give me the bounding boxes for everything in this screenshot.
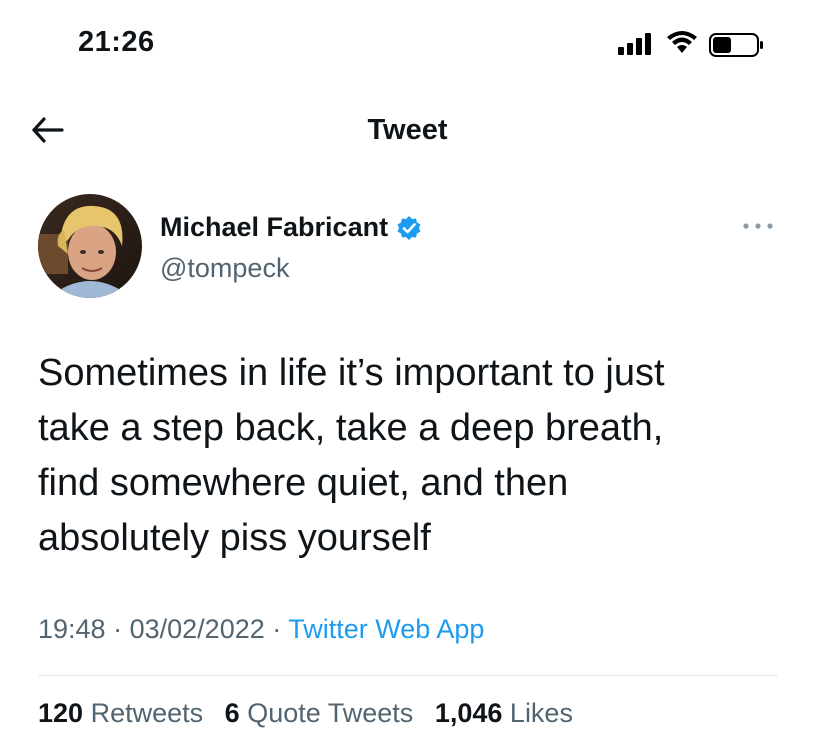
- avatar-image: [38, 194, 142, 298]
- quote-tweets-count: 6: [224, 698, 240, 728]
- tweet-source-link[interactable]: Twitter Web App: [288, 614, 484, 644]
- verified-badge-icon: [397, 215, 421, 240]
- quote-tweets-label: Quote Tweets: [247, 698, 414, 728]
- more-options-button[interactable]: [738, 214, 778, 238]
- tweet-stats: 120 Retweets 6 Quote Tweets 1,046 Likes: [38, 698, 587, 729]
- tweet-line: absolutely piss yourself: [38, 517, 431, 559]
- page-title: Tweet: [367, 114, 448, 146]
- likes-stat[interactable]: 1,046 Likes: [435, 698, 573, 728]
- nav-bar: Tweet: [0, 100, 815, 160]
- status-time: 21:26: [78, 26, 155, 58]
- quote-tweets-stat[interactable]: 6 Quote Tweets: [225, 698, 414, 728]
- battery-icon: [709, 33, 763, 57]
- tweet-line: Sometimes in life it’s important to just: [38, 352, 665, 394]
- retweets-count: 120: [38, 698, 84, 728]
- tweet-text: Sometimes in life it’s important to just…: [38, 346, 778, 566]
- likes-count: 1,046: [434, 698, 503, 728]
- tweet-time[interactable]: 19:48: [38, 614, 106, 644]
- divider: [38, 675, 778, 676]
- status-bar: 21:26: [0, 0, 815, 90]
- author-name-row[interactable]: Michael Fabricant: [160, 212, 422, 243]
- meta-separator: ·: [113, 614, 123, 644]
- tweet-line: take a step back, take a deep breath,: [38, 407, 664, 449]
- tweet-line: find somewhere quiet, and then: [38, 462, 569, 504]
- tweet-date[interactable]: 03/02/2022: [130, 614, 265, 644]
- meta-separator: ·: [272, 614, 282, 644]
- retweets-stat[interactable]: 120 Retweets: [38, 698, 203, 728]
- cellular-signal-icon: [618, 33, 651, 55]
- likes-label: Likes: [509, 698, 573, 728]
- wifi-icon: [667, 31, 697, 53]
- display-name[interactable]: Michael Fabricant: [160, 212, 388, 243]
- tweet-meta: 19:48 · 03/02/2022 · Twitter Web App: [38, 614, 484, 645]
- avatar[interactable]: [38, 194, 142, 298]
- retweets-label: Retweets: [90, 698, 204, 728]
- ellipsis-icon: [743, 223, 773, 229]
- user-handle[interactable]: @tompeck: [160, 253, 289, 284]
